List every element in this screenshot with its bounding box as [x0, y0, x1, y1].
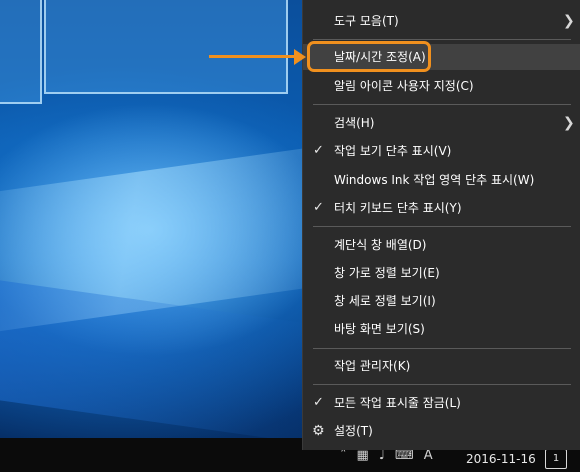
menu-item-lock-all-taskbars[interactable]: ✓ 모든 작업 표시줄 잠금(L) [303, 390, 580, 416]
menu-item-label: 모든 작업 표시줄 잠금(L) [334, 396, 461, 410]
menu-item-label: 터치 키보드 단추 표시(Y) [334, 201, 462, 215]
menu-separator [313, 226, 571, 227]
menu-item-toolbars[interactable]: 도구 모음(T) ❯ [303, 8, 580, 34]
chevron-right-icon: ❯ [563, 115, 575, 131]
menu-item-label: Windows Ink 작업 영역 단추 표시(W) [334, 173, 535, 187]
menu-item-show-task-view-button[interactable]: ✓ 작업 보기 단추 표시(V) [303, 138, 580, 164]
arrow-right-icon [294, 49, 306, 65]
menu-item-customize-notification-icons[interactable]: 알림 아이콘 사용자 지정(C) [303, 73, 580, 99]
menu-item-label: 도구 모음(T) [334, 14, 399, 28]
chevron-right-icon: ❯ [563, 13, 575, 29]
menu-item-label: 계단식 창 배열(D) [334, 238, 427, 252]
taskbar-clock[interactable]: 2016-11-16 [466, 452, 536, 466]
wallpaper-window-pane-top [44, 0, 288, 94]
menu-item-search[interactable]: 검색(H) ❯ [303, 110, 580, 136]
highlight-callout-box [307, 41, 431, 72]
menu-item-show-ink-workspace-button[interactable]: Windows Ink 작업 영역 단추 표시(W) [303, 167, 580, 193]
checkmark-icon: ✓ [313, 395, 324, 410]
menu-item-label: 바탕 화면 보기(S) [334, 322, 425, 336]
checkmark-icon: ✓ [313, 143, 324, 158]
notification-center-icon[interactable]: 1 [545, 449, 567, 469]
menu-item-label: 창 가로 정렬 보기(E) [334, 266, 440, 280]
menu-item-cascade-windows[interactable]: 계단식 창 배열(D) [303, 232, 580, 258]
menu-separator [313, 104, 571, 105]
menu-item-label: 설정(T) [334, 424, 373, 438]
menu-item-show-desktop[interactable]: 바탕 화면 보기(S) [303, 316, 580, 342]
menu-item-label: 창 세로 정렬 보기(I) [334, 294, 436, 308]
menu-separator [313, 348, 571, 349]
gear-icon: ⚙ [312, 423, 325, 439]
menu-item-label: 작업 보기 단추 표시(V) [334, 144, 452, 158]
pointer-arrow-shaft [209, 55, 297, 58]
menu-item-label: 작업 관리자(K) [334, 359, 411, 373]
menu-separator [313, 39, 571, 40]
menu-item-label: 검색(H) [334, 116, 375, 130]
menu-item-settings[interactable]: ⚙ 설정(T) [303, 418, 580, 444]
wallpaper-window-pane-left [0, 0, 42, 104]
menu-item-label: 알림 아이콘 사용자 지정(C) [334, 79, 474, 93]
menu-item-show-windows-stacked[interactable]: 창 가로 정렬 보기(E) [303, 260, 580, 286]
menu-item-task-manager[interactable]: 작업 관리자(K) [303, 353, 580, 379]
checkmark-icon: ✓ [313, 200, 324, 215]
menu-item-show-windows-side-by-side[interactable]: 창 세로 정렬 보기(I) [303, 288, 580, 314]
menu-separator [313, 384, 571, 385]
menu-item-show-touch-keyboard-button[interactable]: ✓ 터치 키보드 단추 표시(Y) [303, 195, 580, 221]
